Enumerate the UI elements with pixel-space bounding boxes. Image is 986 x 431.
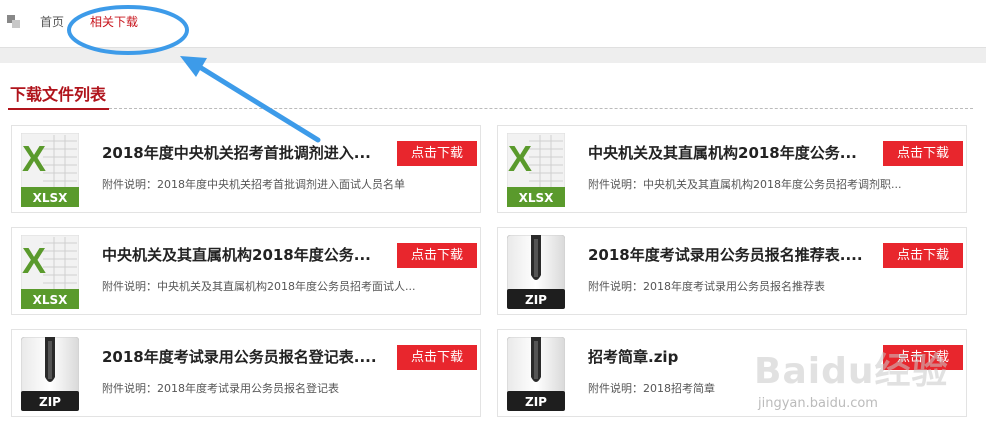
xlsx-file-icon: X XLSX xyxy=(21,133,79,207)
file-ext-label: ZIP xyxy=(39,395,61,409)
zip-file-icon: ZIP xyxy=(507,337,565,411)
section-divider xyxy=(109,108,973,109)
file-ext-label: XLSX xyxy=(519,191,555,205)
download-item: X XLSX 2018年度中央机关招考首批调剂进入... 点击下载 附件说明：2… xyxy=(11,125,481,213)
watermark-brand: Baidu经验 xyxy=(754,351,949,392)
zip-file-icon: ZIP xyxy=(21,337,79,411)
svg-text:X: X xyxy=(508,138,532,179)
file-title[interactable]: 中央机关及其直属机构2018年度公务... xyxy=(102,245,394,265)
download-button[interactable]: 点击下载 xyxy=(397,345,477,370)
download-button[interactable]: 点击下载 xyxy=(883,243,963,268)
download-item: X XLSX 中央机关及其直属机构2018年度公务... 点击下载 附件说明：中… xyxy=(11,227,481,315)
breadcrumb-home-link[interactable]: 首页 xyxy=(40,15,64,29)
download-item: ZIP 2018年度考试录用公务员报名推荐表.... 点击下载 附件说明：201… xyxy=(497,227,967,315)
xlsx-file-icon: X XLSX xyxy=(21,235,79,309)
baidu-watermark: Baidu经验 jingyan.baidu.com xyxy=(748,322,978,422)
file-description: 附件说明：中央机关及其直属机构2018年度公务员招考面试人... xyxy=(102,280,416,293)
download-item: X XLSX 中央机关及其直属机构2018年度公务... 点击下载 附件说明：中… xyxy=(497,125,967,213)
download-button[interactable]: 点击下载 xyxy=(883,141,963,166)
file-description: 附件说明：2018年度考试录用公务员报名登记表 xyxy=(102,382,339,395)
file-description: 附件说明：2018年度中央机关招考首批调剂进入面试人员名单 xyxy=(102,178,405,191)
zip-file-icon: ZIP xyxy=(507,235,565,309)
header-divider-band xyxy=(0,47,986,63)
section-title-underline xyxy=(8,108,109,110)
svg-text:X: X xyxy=(22,240,46,281)
download-button[interactable]: 点击下载 xyxy=(397,243,477,268)
file-title[interactable]: 中央机关及其直属机构2018年度公务... xyxy=(588,143,880,163)
file-title[interactable]: 2018年度考试录用公务员报名推荐表.... xyxy=(588,245,880,265)
watermark-url: jingyan.baidu.com xyxy=(758,396,878,411)
file-ext-label: ZIP xyxy=(525,293,547,307)
breadcrumb-bar: 首页 相关下载 xyxy=(0,0,986,46)
file-description: 附件说明：2018年度考试录用公务员报名推荐表 xyxy=(588,280,825,293)
svg-text:X: X xyxy=(22,138,46,179)
file-title[interactable]: 2018年度中央机关招考首批调剂进入... xyxy=(102,143,394,163)
section-title: 下载文件列表 xyxy=(10,85,107,104)
download-button[interactable]: 点击下载 xyxy=(397,141,477,166)
file-ext-label: XLSX xyxy=(33,293,69,307)
file-ext-label: ZIP xyxy=(525,395,547,409)
download-item: ZIP 2018年度考试录用公务员报名登记表.... 点击下载 附件说明：201… xyxy=(11,329,481,417)
home-icon xyxy=(7,15,21,29)
file-title[interactable]: 2018年度考试录用公务员报名登记表.... xyxy=(102,347,394,367)
file-description: 附件说明：中央机关及其直属机构2018年度公务员招考调剂职... xyxy=(588,178,902,191)
xlsx-file-icon: X XLSX xyxy=(507,133,565,207)
file-ext-label: XLSX xyxy=(33,191,69,205)
breadcrumb-current-link[interactable]: 相关下载 xyxy=(90,15,138,29)
